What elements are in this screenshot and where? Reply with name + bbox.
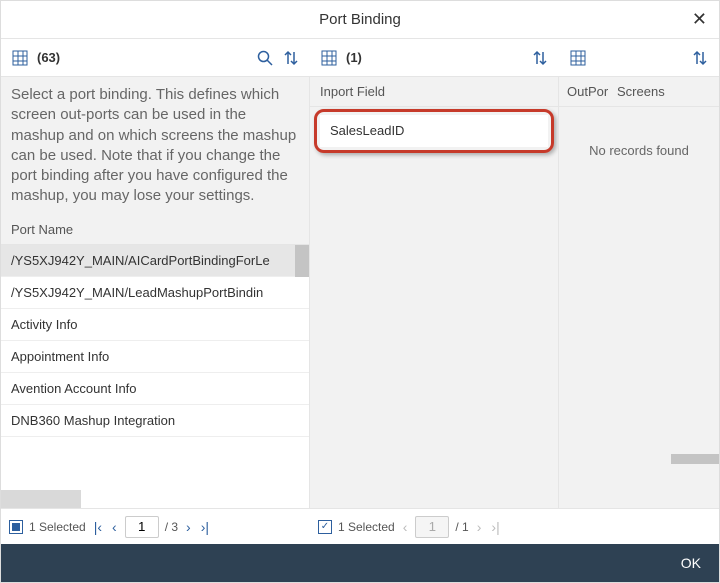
search-icon[interactable] — [256, 49, 274, 67]
select-indicator[interactable]: ✓ — [318, 520, 332, 534]
scrollbar-thumb[interactable] — [295, 245, 309, 277]
sort-icon[interactable] — [282, 49, 300, 67]
mid-count: (1) — [346, 50, 362, 65]
close-icon[interactable]: ✕ — [692, 9, 707, 30]
table-row[interactable]: Activity Info — [1, 309, 309, 341]
port-name-list: /YS5XJ942Y_MAIN/AICardPortBindingForLe /… — [1, 245, 309, 489]
pagers: 1 Selected |‹ ‹ / 3 › ›| ✓ 1 Selected ‹ … — [1, 508, 719, 544]
table-row[interactable]: DNB360 Mashup Integration — [1, 405, 309, 437]
select-indicator[interactable] — [9, 520, 23, 534]
sort-icon[interactable] — [531, 49, 549, 67]
footer: OK — [1, 544, 719, 582]
description-text: Select a port binding. This defines whic… — [1, 77, 309, 215]
right-column-headers: OutPor Screens — [559, 77, 719, 107]
mid-column-header: Inport Field — [310, 77, 558, 107]
page-total: / 1 — [455, 520, 468, 534]
toolbar-mid: (1) — [310, 39, 559, 76]
page-input[interactable] — [125, 516, 159, 538]
toolbar-right — [559, 39, 719, 76]
left-column-header: Port Name — [1, 215, 309, 245]
mid-panel: Inport Field SalesLeadID — [310, 77, 559, 508]
table-row[interactable]: SalesLeadID — [320, 115, 548, 147]
main: Select a port binding. This defines whic… — [1, 77, 719, 508]
page-total: / 3 — [165, 520, 178, 534]
next-page-icon: › — [475, 519, 484, 535]
no-records-text: No records found — [559, 107, 719, 194]
left-panel: Select a port binding. This defines whic… — [1, 77, 310, 508]
left-pager: 1 Selected |‹ ‹ / 3 › ›| — [1, 509, 310, 544]
right-panel: OutPor Screens No records found — [559, 77, 719, 508]
toolbar-left: (63) — [1, 39, 310, 76]
sort-icon[interactable] — [691, 49, 709, 67]
selected-count: 1 Selected — [338, 520, 395, 534]
table-row[interactable]: Appointment Info — [1, 341, 309, 373]
table-row[interactable]: Avention Account Info — [1, 373, 309, 405]
prev-page-icon[interactable]: ‹ — [110, 519, 119, 535]
prev-page-icon: ‹ — [401, 519, 410, 535]
table-row[interactable]: /YS5XJ942Y_MAIN/AICardPortBindingForLe — [1, 245, 309, 277]
left-count: (63) — [37, 50, 60, 65]
table-row[interactable]: /YS5XJ942Y_MAIN/LeadMashupPortBindin — [1, 277, 309, 309]
selected-count: 1 Selected — [29, 520, 86, 534]
col-header-outport: OutPor — [559, 77, 609, 106]
dialog: Port Binding ✕ (63) (1) Select a port bi… — [0, 0, 720, 583]
grid-icon[interactable] — [320, 49, 338, 67]
grid-icon[interactable] — [11, 49, 29, 67]
titlebar: Port Binding ✕ — [1, 1, 719, 39]
ok-button[interactable]: OK — [681, 555, 701, 571]
grid-icon[interactable] — [569, 49, 587, 67]
last-page-icon: ›| — [489, 519, 501, 535]
next-page-icon[interactable]: › — [184, 519, 193, 535]
last-page-icon[interactable]: ›| — [199, 519, 211, 535]
page-input — [415, 516, 449, 538]
col-header-screens: Screens — [609, 77, 673, 106]
scroll-stub — [671, 454, 719, 464]
first-page-icon[interactable]: |‹ — [92, 519, 104, 535]
inport-field-list: SalesLeadID — [310, 107, 558, 508]
dialog-title: Port Binding — [319, 11, 401, 28]
mid-pager: ✓ 1 Selected ‹ / 1 › ›| — [310, 509, 559, 544]
scroll-stub — [1, 490, 81, 508]
toolbar: (63) (1) — [1, 39, 719, 77]
